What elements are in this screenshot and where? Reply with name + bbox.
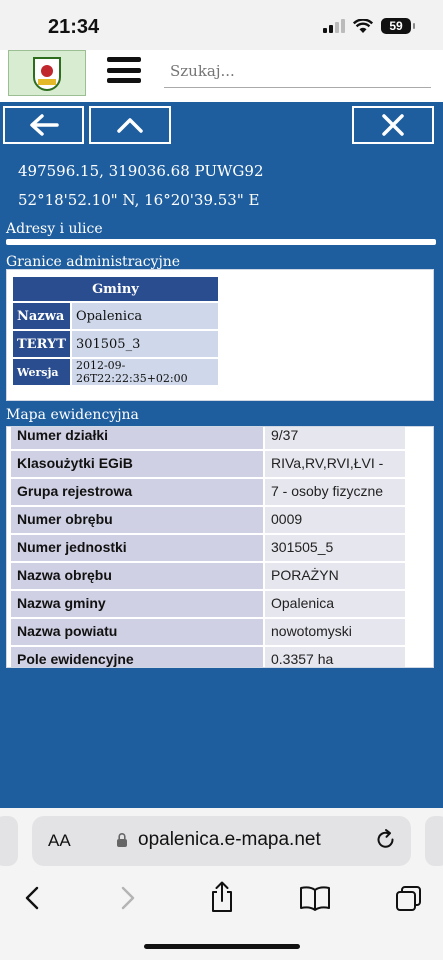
table-row: Nazwa Opalenica xyxy=(13,303,218,329)
previous-tab-edge[interactable] xyxy=(0,816,18,866)
geo-coordinates: 52°18'52.10" N, 16°20'39.53" E xyxy=(18,191,260,209)
table-row: TERYT 301505_3 xyxy=(13,331,218,357)
reader-settings-button[interactable]: AA xyxy=(48,831,71,851)
cellular-signal-icon xyxy=(323,19,345,33)
arrow-left-icon xyxy=(29,114,59,136)
parcel-key: Nazwa gminy xyxy=(11,591,263,617)
table-row: Nazwa powiatu nowotomyski xyxy=(11,619,405,645)
parcel-value: 7 - osoby fizyczne xyxy=(265,479,405,505)
parcel-value: 301505_5 xyxy=(265,535,405,561)
chevron-right-icon[interactable] xyxy=(118,884,138,912)
puwg-coordinates: 497596.15, 319036.68 PUWG92 xyxy=(18,162,264,180)
parcel-table[interactable]: Numer działki 9/37 Klasoużytki EGiB RIVa… xyxy=(6,426,434,668)
close-icon xyxy=(382,114,404,136)
tabs-icon[interactable] xyxy=(394,884,424,914)
wifi-icon xyxy=(353,18,373,33)
gminy-key-teryt: TERYT xyxy=(13,331,70,357)
parcel-key: Klasoużytki EGiB xyxy=(11,451,263,477)
parcel-value: nowotomyski xyxy=(265,619,405,645)
chevron-up-icon xyxy=(117,118,143,133)
gminy-value-teryt: 301505_3 xyxy=(71,331,218,357)
gminy-key-wersja: Wersja xyxy=(13,359,70,385)
table-row: Grupa rejestrowa 7 - osoby fizyczne xyxy=(11,479,405,505)
share-icon[interactable] xyxy=(208,880,236,914)
addresses-section-title[interactable]: Adresy i ulice xyxy=(6,221,103,237)
gminy-table-header: Gminy xyxy=(13,277,218,301)
gminy-box: Gminy Nazwa Opalenica TERYT 301505_3 Wer… xyxy=(6,269,434,401)
reload-icon[interactable] xyxy=(375,828,397,852)
gminy-value-nazwa: Opalenica xyxy=(71,303,218,329)
next-tab-edge[interactable] xyxy=(425,816,443,866)
addresses-section-body xyxy=(6,239,436,245)
home-indicator xyxy=(144,944,300,949)
table-row: Nazwa gminy Opalenica xyxy=(11,591,405,617)
parcel-key: Pole ewidencyjne xyxy=(11,647,263,667)
parcel-value: Opalenica xyxy=(265,591,405,617)
table-row: Pole ewidencyjne 0.3357 ha xyxy=(11,647,405,667)
table-row: Wersja 2012-09-26T22:22:35+02:00 xyxy=(13,359,218,385)
status-time: 21:34 xyxy=(48,16,100,38)
parcel-key: Numer jednostki xyxy=(11,535,263,561)
parcel-key: Numer działki xyxy=(11,427,263,449)
status-bar: 21:34 59 xyxy=(0,0,443,50)
parcel-value: 0.3357 ha xyxy=(265,647,405,667)
municipality-logo[interactable] xyxy=(8,50,86,96)
gminy-table: Gminy Nazwa Opalenica TERYT 301505_3 Wer… xyxy=(11,275,220,387)
coat-of-arms-icon xyxy=(33,57,61,91)
back-button[interactable] xyxy=(3,106,84,144)
search-input[interactable] xyxy=(164,54,431,88)
parcel-value: 0009 xyxy=(265,507,405,533)
gminy-key-nazwa: Nazwa xyxy=(13,303,70,329)
parcel-section-title[interactable]: Mapa ewidencyjna xyxy=(6,407,139,423)
browser-toolbar xyxy=(0,880,443,920)
bookmarks-icon[interactable] xyxy=(299,884,331,912)
gminy-value-wersja: 2012-09-26T22:22:35+02:00 xyxy=(71,359,218,385)
info-panel: 497596.15, 319036.68 PUWG92 52°18'52.10"… xyxy=(0,102,443,808)
address-bar[interactable]: AA opalenica.e-mapa.net xyxy=(32,816,411,866)
parcel-value: PORAŻYN xyxy=(265,563,405,589)
close-button[interactable] xyxy=(352,106,434,144)
table-row: Numer jednostki 301505_5 xyxy=(11,535,405,561)
parcel-key: Nazwa obrębu xyxy=(11,563,263,589)
table-row: Numer działki 9/37 xyxy=(11,427,405,449)
admin-section-title[interactable]: Granice administracyjne xyxy=(6,254,180,270)
battery-indicator: 59 xyxy=(381,18,415,34)
browser-chrome: AA opalenica.e-mapa.net xyxy=(0,808,443,960)
url-text: opalenica.e-mapa.net xyxy=(138,829,321,850)
collapse-button[interactable] xyxy=(89,106,171,144)
parcel-key: Numer obrębu xyxy=(11,507,263,533)
table-row: Nazwa obrębu PORAŻYN xyxy=(11,563,405,589)
parcel-value: RIVa,RV,RVI,ŁVI - xyxy=(265,451,405,477)
site-header xyxy=(0,50,443,102)
table-row: Klasoużytki EGiB RIVa,RV,RVI,ŁVI - xyxy=(11,451,405,477)
parcel-key: Nazwa powiatu xyxy=(11,619,263,645)
lock-icon xyxy=(117,833,127,847)
parcel-key: Grupa rejestrowa xyxy=(11,479,263,505)
parcel-value: 9/37 xyxy=(265,427,405,449)
chevron-left-icon[interactable] xyxy=(22,884,42,912)
table-row: Numer obrębu 0009 xyxy=(11,507,405,533)
menu-button[interactable] xyxy=(107,57,141,83)
